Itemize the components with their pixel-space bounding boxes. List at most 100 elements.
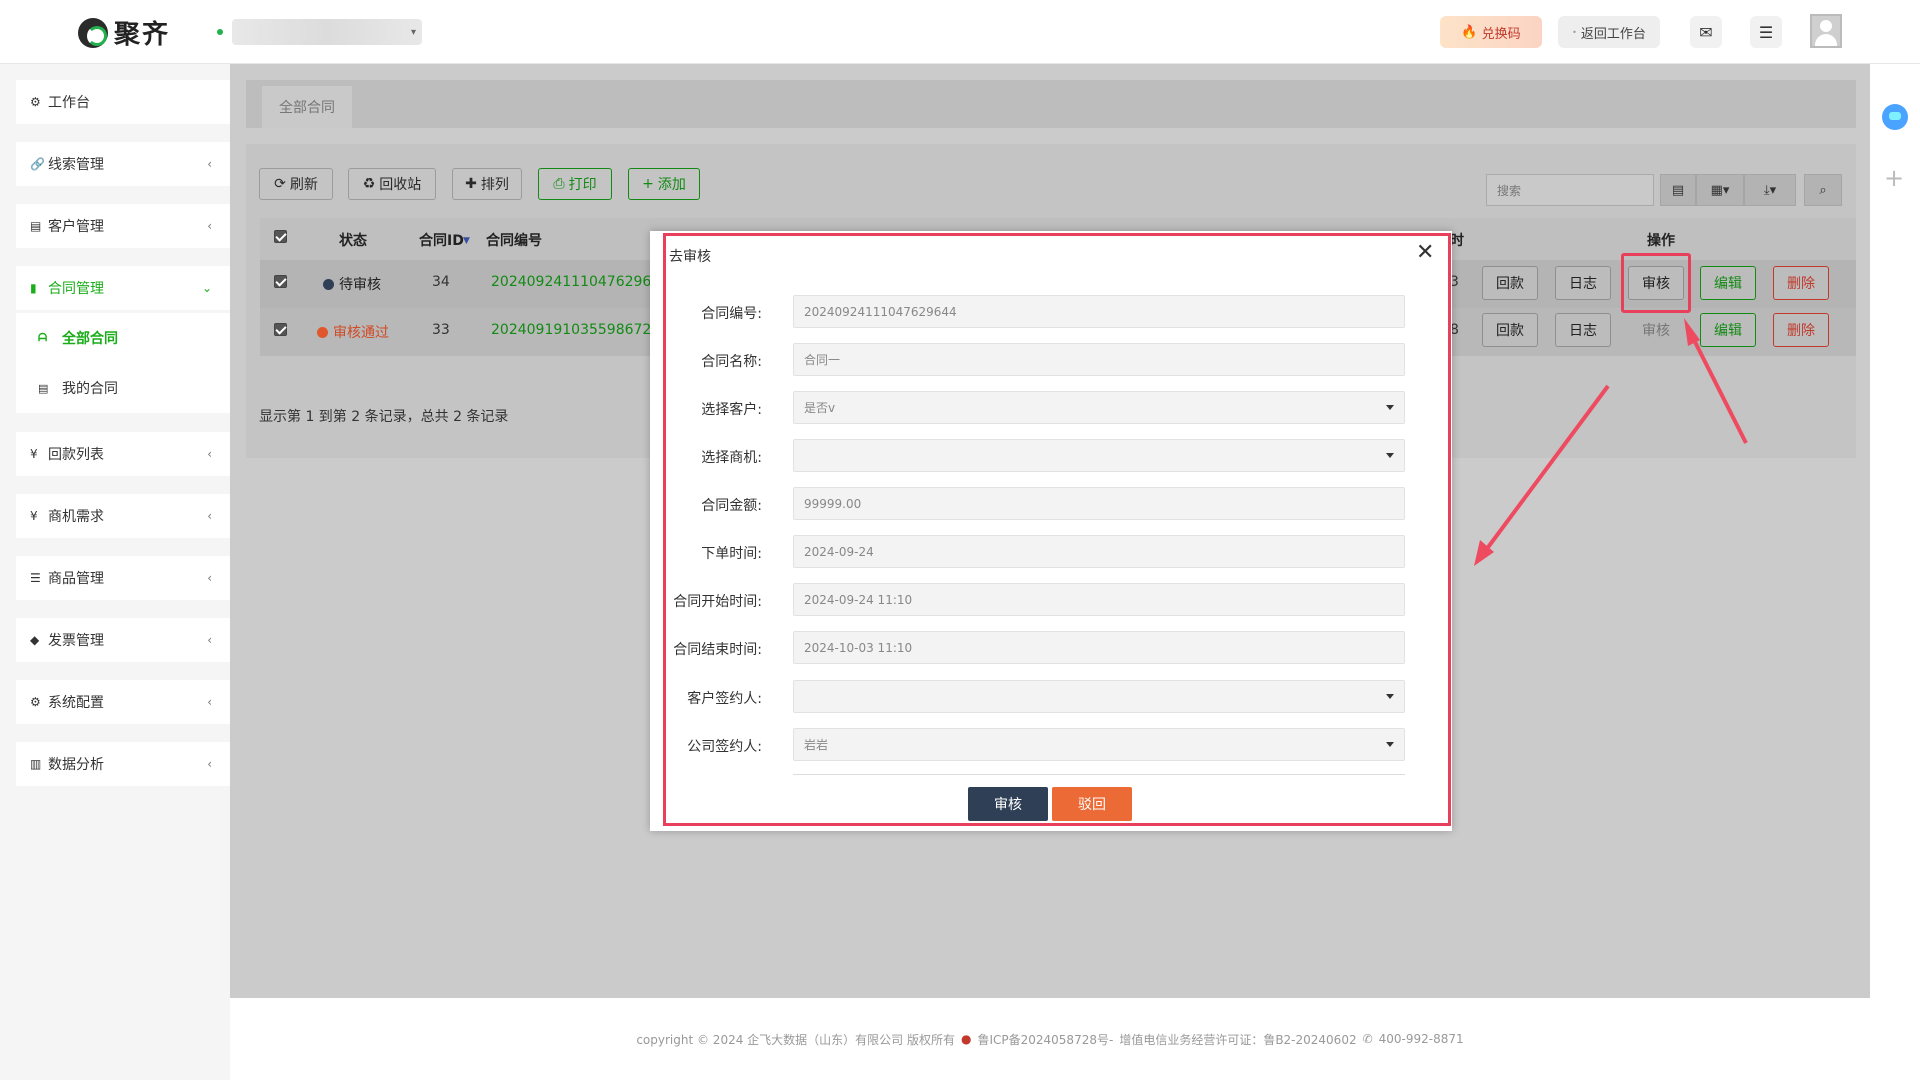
chevron-down-icon: ⌄: [201, 281, 212, 295]
avatar[interactable]: [1810, 14, 1842, 48]
approve-button[interactable]: 审核: [968, 787, 1048, 821]
amount-field[interactable]: 99999.00: [793, 487, 1405, 520]
sidebar-item-customers[interactable]: ▤ 客户管理 ‹: [16, 204, 230, 248]
sidebar-item-label: 商品管理: [48, 571, 104, 587]
chevron-left-icon: ‹: [207, 509, 212, 523]
edit-button[interactable]: 编辑: [1700, 313, 1756, 347]
payment-button[interactable]: 回款: [1482, 266, 1538, 300]
delete-button[interactable]: 删除: [1773, 266, 1829, 300]
bar-chart-icon: ▥: [30, 757, 42, 771]
header-status[interactable]: 状态: [339, 230, 367, 250]
log-button[interactable]: 日志: [1555, 266, 1611, 300]
field-label-customer: 选择客户:: [701, 402, 762, 418]
status-dot-icon: [317, 327, 328, 338]
contract-number-link[interactable]: 20240924111047629644: [491, 274, 651, 290]
field-value: 是否v: [804, 401, 836, 415]
sidebar-subitem-all-contracts[interactable]: ᗩ 全部合同: [16, 313, 230, 363]
close-icon[interactable]: ✕: [1416, 240, 1434, 265]
field-value: 2024-09-24 11:10: [804, 592, 913, 607]
field-label-start-time: 合同开始时间:: [673, 594, 762, 610]
app-logo[interactable]: 聚齐: [78, 14, 170, 51]
field-value: 2024-10-03 11:10: [804, 640, 913, 655]
field-label-contract-number: 合同编号:: [701, 306, 762, 322]
recycle-bin-button[interactable]: ♻ 回收站: [348, 168, 436, 200]
add-button[interactable]: + 添加: [628, 168, 700, 200]
yen-icon: ¥: [30, 509, 38, 523]
columns-icon[interactable]: ▦▾: [1696, 174, 1744, 206]
back-to-workbench-button[interactable]: • 返回工作台: [1558, 16, 1660, 48]
sidebar-item-label: 客户管理: [48, 219, 104, 235]
phone-icon: ✆: [1362, 1032, 1373, 1046]
sidebar-item-label: 线索管理: [48, 157, 104, 173]
plus-icon[interactable]: +: [1884, 164, 1904, 192]
contract-number-field[interactable]: 20240924111047629644: [793, 295, 1405, 328]
sidebar-item-system-config[interactable]: ⚙ 系统配置 ‹: [16, 680, 230, 724]
export-icon[interactable]: ⤓▾: [1744, 174, 1796, 206]
footer-icp-link[interactable]: 鲁ICP备2024058728号-: [977, 1031, 1113, 1048]
sidebar-item-leads[interactable]: 🔗 线索管理 ‹: [16, 142, 230, 186]
search-icon[interactable]: ⌕: [1804, 174, 1842, 206]
contract-name-field[interactable]: 合同一: [793, 343, 1405, 376]
row-checkbox[interactable]: [274, 323, 287, 336]
refresh-icon: ⟳: [274, 176, 286, 192]
payment-button[interactable]: 回款: [1482, 313, 1538, 347]
arrange-button[interactable]: ✚ 排列: [452, 168, 522, 200]
contract-id: 34: [432, 274, 450, 290]
sidebar-item-label: 发票管理: [48, 633, 104, 649]
select-all-checkbox[interactable]: [274, 230, 287, 243]
header-time[interactable]: 时: [1450, 230, 1464, 250]
status-dot-icon: [323, 279, 334, 290]
opportunity-select[interactable]: [793, 439, 1405, 472]
start-time-field[interactable]: 2024-09-24 11:10: [793, 583, 1405, 616]
end-time-field[interactable]: 2024-10-03 11:10: [793, 631, 1405, 664]
log-button[interactable]: 日志: [1555, 313, 1611, 347]
refresh-button[interactable]: ⟳ 刷新: [259, 168, 333, 200]
company-signer-select[interactable]: 岩岩: [793, 728, 1405, 761]
dot-icon: •: [1572, 27, 1577, 37]
status-label: 审核通过: [333, 325, 389, 341]
edit-button[interactable]: 编辑: [1700, 266, 1756, 300]
chevron-left-icon: ‹: [207, 219, 212, 233]
order-date-field[interactable]: 2024-09-24: [793, 535, 1405, 568]
list-view-icon[interactable]: ▤: [1660, 174, 1696, 206]
chat-icon[interactable]: [1882, 104, 1908, 130]
field-label-contract-name: 合同名称:: [701, 354, 762, 370]
field-label-order-date: 下单时间:: [701, 546, 762, 562]
scroll-cut-divider: [793, 774, 1405, 777]
chevron-left-icon: ‹: [207, 757, 212, 771]
search-input[interactable]: 搜索: [1486, 174, 1654, 206]
police-badge-icon: ●: [960, 1032, 972, 1046]
sidebar-item-payments[interactable]: ¥ 回款列表 ‹: [16, 432, 230, 476]
tab-all-contracts[interactable]: 全部合同: [262, 86, 352, 128]
customer-select[interactable]: 是否v: [793, 391, 1405, 424]
header-contract-id[interactable]: 合同ID: [419, 230, 464, 250]
header-contract-number[interactable]: 合同编号: [486, 230, 542, 250]
gears-icon: ⚙: [30, 695, 41, 709]
organization-selector[interactable]: ▾: [232, 19, 422, 45]
sidebar-item-products[interactable]: ☰ 商品管理 ‹: [16, 556, 230, 600]
row-checkbox[interactable]: [274, 275, 287, 288]
customer-signer-select[interactable]: [793, 680, 1405, 713]
chevron-left-icon: ‹: [207, 571, 212, 585]
sidebar-item-label: 合同管理: [48, 281, 104, 297]
field-value: 合同一: [804, 353, 841, 367]
sidebar-item-analytics[interactable]: ▥ 数据分析 ‹: [16, 742, 230, 786]
status-badge: 审核通过: [317, 322, 389, 342]
sort-icon[interactable]: ▼: [463, 236, 470, 246]
reject-button[interactable]: 驳回: [1052, 787, 1132, 821]
print-button[interactable]: ⎙ 打印: [538, 168, 612, 200]
menu-icon[interactable]: ☰: [1750, 16, 1782, 48]
sidebar-subitem-my-contracts[interactable]: ▤ 我的合同: [16, 363, 230, 413]
redeem-code-button[interactable]: 🔥 兑换码: [1440, 16, 1542, 48]
sidebar-item-workbench[interactable]: ⚙ 工作台: [16, 80, 230, 124]
mail-icon[interactable]: ✉: [1690, 16, 1722, 48]
sidebar-item-opportunities[interactable]: ¥ 商机需求 ‹: [16, 494, 230, 538]
contract-number-link[interactable]: 20240919103559867216: [491, 322, 651, 338]
sidebar-item-invoices[interactable]: ◆ 发票管理 ‹: [16, 618, 230, 662]
sidebar-item-contracts[interactable]: ▮ 合同管理 ⌄: [16, 266, 230, 310]
sidebar-item-label: 工作台: [48, 95, 90, 111]
delete-button[interactable]: 删除: [1773, 313, 1829, 347]
review-button-disabled: 审核: [1642, 323, 1670, 339]
field-value: 99999.00: [804, 496, 862, 511]
sidebar-item-label: 系统配置: [48, 695, 104, 711]
